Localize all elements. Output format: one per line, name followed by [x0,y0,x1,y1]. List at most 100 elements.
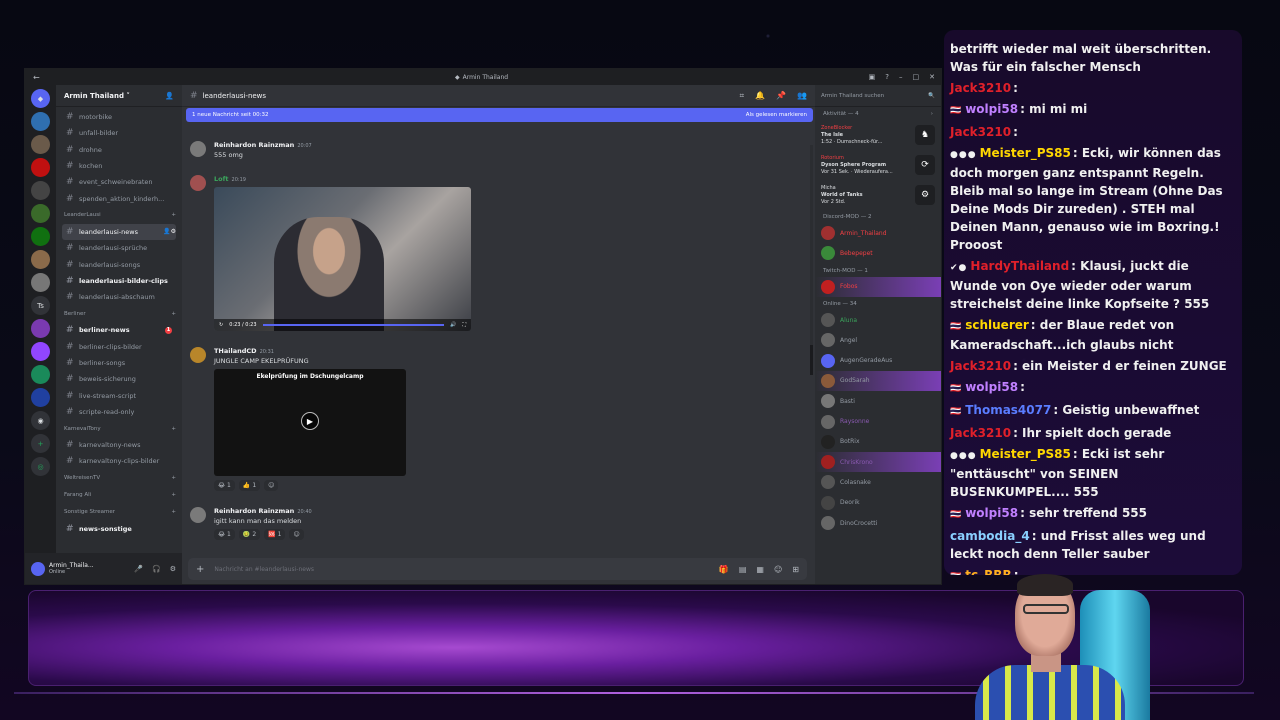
channel-item[interactable]: # leanderlausi-sprüche [62,240,176,256]
replay-icon[interactable]: ↻ [219,322,223,328]
reaction[interactable]: 👍 1 [238,480,261,491]
channel-item[interactable]: # live-stream-script [62,387,176,403]
channel-item[interactable]: # berliner-songs [62,355,176,371]
channel-item[interactable]: # event_schweinebraten [62,174,176,190]
scrollbar[interactable] [810,145,813,375]
server-icon[interactable] [31,365,50,384]
add-member-icon[interactable]: 👤 [165,92,174,100]
mark-as-read-button[interactable]: Als gelesen markieren [746,112,807,118]
member-item[interactable]: Armin_Thailand [815,223,941,243]
add-channel-icon[interactable]: + [171,311,176,317]
video-embed[interactable]: Ekelprüfung im Dschungelcamp ▶ [214,369,406,476]
add-channel-icon[interactable]: + [171,509,176,515]
member-item[interactable]: Fobos [815,276,941,297]
activity-card[interactable]: ZoneBlocker The Isle 1:52 · Dumschneck-für… [815,120,941,150]
microphone-icon[interactable]: 🎤 [134,565,143,573]
chat-username[interactable]: wolpi58 [965,380,1018,394]
message-author[interactable]: Loft 20:19 [214,175,471,183]
channel-item[interactable]: # spenden_aktion_kinderh... [62,190,176,206]
reaction[interactable]: 🤢 2 [238,529,261,540]
member-item[interactable]: DinoCrocetti [815,513,941,533]
search-input[interactable]: Armin Thailand suchen 🔍 [815,85,941,107]
gif-icon[interactable]: ▤ [739,565,747,574]
category-header[interactable]: Farang Ali + [62,487,176,504]
video-embed[interactable]: ↻ 0:23 / 0:23 🔊 ⛶ [214,187,471,331]
channel-item[interactable]: # kochen [62,158,176,174]
category-header[interactable]: KarnevalTony + [62,420,176,437]
add-attachment-icon[interactable]: + [196,564,204,575]
server-icon[interactable] [31,250,50,269]
avatar[interactable] [190,507,206,523]
channel-item[interactable]: # leanderlausi-bilder-clips [62,273,176,289]
avatar[interactable] [190,141,206,157]
member-item[interactable]: Bebepepet [815,243,941,263]
threads-icon[interactable]: ⌗ [740,91,745,101]
channel-item-active[interactable]: # leanderlausi-news 👤⚙ [62,223,176,241]
channel-item[interactable]: # beweis-sicherung [62,371,176,387]
member-item[interactable]: BotRix [815,432,941,452]
discord-home-icon[interactable]: ◆ [31,89,50,108]
chat-username[interactable]: Meister_PS85 [980,146,1071,160]
channel-item[interactable]: # leanderlausi-songs [62,256,176,272]
channel-item[interactable]: # leanderlausi-abschaum [62,289,176,305]
chat-username[interactable]: Thomas4077 [965,403,1051,417]
add-reaction-button[interactable]: ☺ [289,529,304,540]
add-channel-icon[interactable]: + [171,492,176,498]
maximize-button[interactable]: □ [913,73,920,81]
chat-username[interactable]: Jack3210 [950,81,1011,95]
explore-icon[interactable]: ◎ [31,457,50,476]
gear-icon[interactable]: ⚙ [170,565,176,573]
add-reaction-button[interactable]: ☺ [264,480,279,491]
settings-icon[interactable]: 👤⚙ [163,228,176,235]
video-progress[interactable] [262,324,445,326]
server-icon[interactable] [31,135,50,154]
member-item[interactable]: Angel [815,330,941,350]
inbox-icon[interactable]: ▣ [869,73,876,81]
server-icon[interactable] [31,181,50,200]
gift-icon[interactable]: 🎁 [719,565,729,574]
server-icon[interactable] [31,204,50,223]
server-icon[interactable] [31,388,50,407]
back-arrow-icon[interactable]: ← [33,73,40,82]
message-composer[interactable]: + Nachricht an #leanderlausi-news 🎁 ▤ ▦ … [188,558,807,580]
minimize-button[interactable]: – [899,73,903,81]
channel-item[interactable]: # karnevaltony-news [62,437,176,453]
chat-username[interactable]: schluerer [965,318,1029,332]
message-author[interactable]: Reinhardon Rainzman 20:40 [214,507,312,515]
channel-item[interactable]: # unfall-bilder [62,125,176,141]
play-icon[interactable]: ▶ [301,412,319,430]
member-item[interactable]: Colasnake [815,472,941,492]
category-header[interactable]: Sonstige Streamer + [62,504,176,521]
member-item[interactable]: ChrisKrono [815,451,941,473]
channel-item[interactable]: # motorbike [62,109,176,125]
avatar[interactable] [31,561,45,576]
apps-icon[interactable]: ⊞ [792,565,799,574]
activity-card[interactable]: Rotorium Dyson Sphere Program Vor 31 Sek. … [815,150,941,180]
add-channel-icon[interactable]: + [171,426,176,432]
category-header[interactable]: Berliner + [62,305,176,322]
activity-card[interactable]: Micha World of Tanks Vor 2 Std. ⚙ [815,180,941,210]
headphones-icon[interactable]: 🎧 [152,565,161,573]
member-item[interactable]: Raysonne [815,411,941,431]
chat-username[interactable]: wolpi58 [965,506,1018,520]
chat-username[interactable]: HardyThailand [970,259,1069,273]
channel-item[interactable]: # berliner-clips-bilder [62,339,176,355]
add-channel-icon[interactable]: + [171,475,176,481]
chat-username[interactable]: Meister_PS85 [980,447,1071,461]
server-icon[interactable] [31,112,50,131]
channel-item[interactable]: # drohne [62,142,176,158]
chat-username[interactable]: cambodia_4 [950,529,1030,543]
member-item[interactable]: Basti [815,391,941,411]
bell-icon[interactable]: 🔔 [755,91,765,101]
server-icon[interactable] [31,273,50,292]
server-icon[interactable]: ◉ [31,411,50,430]
channel-item[interactable]: # scripte-read-only [62,404,176,420]
chat-username[interactable]: wolpi58 [965,102,1018,116]
chat-username[interactable]: Jack3210 [950,426,1011,440]
emoji-icon[interactable]: ☺ [774,565,782,574]
server-icon[interactable] [31,227,50,246]
add-server-icon[interactable]: + [31,434,50,453]
message-input[interactable]: Nachricht an #leanderlausi-news [214,566,314,573]
reaction[interactable]: 😂 1 [214,480,235,491]
volume-icon[interactable]: 🔊 [450,322,456,328]
